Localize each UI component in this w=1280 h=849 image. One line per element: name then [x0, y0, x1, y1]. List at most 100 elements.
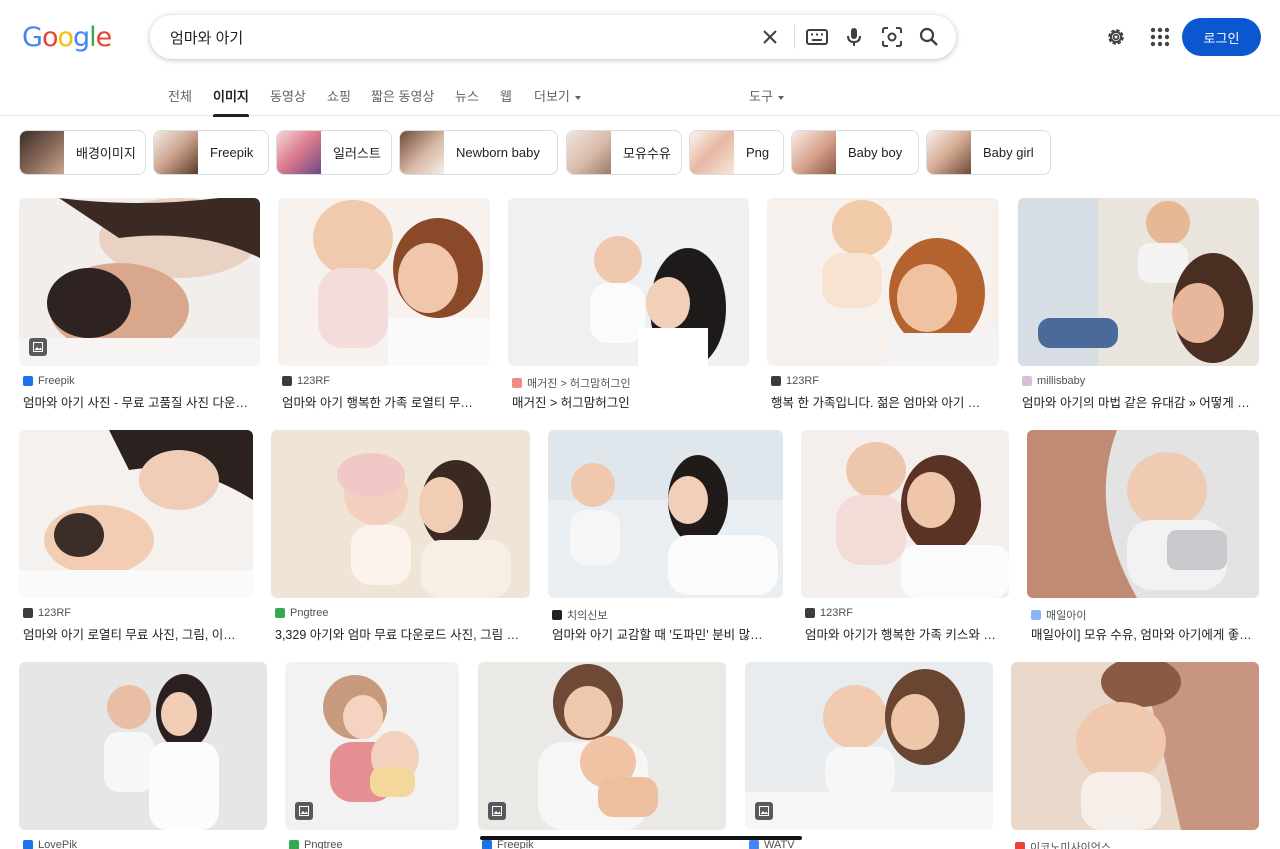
image-type-icon: [29, 338, 47, 356]
result-source[interactable]: LovePik: [23, 839, 77, 849]
image-result[interactable]: Freepik: [478, 662, 726, 849]
result-source[interactable]: 치의신보: [552, 607, 607, 623]
result-source[interactable]: Pngtree: [275, 607, 329, 619]
tab-videos[interactable]: 동영상: [270, 86, 306, 105]
result-source-label: 이코노미사이언스: [1030, 842, 1111, 849]
result-title[interactable]: 엄마와 아기 로열티 무료 사진, 그림, 이…: [23, 624, 251, 643]
microphone-icon[interactable]: [842, 25, 866, 49]
result-source[interactable]: 매일아이: [1031, 607, 1086, 623]
settings-gear-icon[interactable]: [1104, 25, 1128, 49]
apps-grid-icon[interactable]: [1148, 25, 1172, 49]
result-thumbnail[interactable]: [278, 198, 490, 366]
image-result[interactable]: millisbaby 엄마와 아기의 마법 같은 유대감 » 어떻게 …: [1018, 198, 1259, 410]
result-title[interactable]: 행복 한 가족입니다. 젊은 엄마와 아기 …: [771, 392, 997, 411]
chip-thumbnail: [567, 131, 611, 174]
keyboard-icon[interactable]: [805, 25, 829, 49]
result-source-label: 치의신보: [567, 610, 608, 622]
image-result[interactable]: 123RF 엄마와 아기 행복한 가족 로열티 무…: [278, 198, 490, 410]
result-title[interactable]: 3,329 아기와 엄마 무료 다운로드 사진, 그림 …: [275, 624, 528, 643]
tab-shopping[interactable]: 쇼핑: [327, 86, 351, 105]
search-input[interactable]: 엄마와 아기: [170, 27, 243, 48]
result-thumbnail[interactable]: [285, 662, 459, 830]
result-source-label: LovePik: [38, 839, 78, 849]
result-source[interactable]: Freepik: [482, 839, 534, 849]
result-title[interactable]: 엄마와 아기 교감할 때 '도파민' 분비 많…: [552, 624, 781, 643]
chip-png[interactable]: Png: [689, 130, 784, 175]
image-result[interactable]: 123RF 엄마와 아기 로열티 무료 사진, 그림, 이…: [19, 430, 253, 642]
tab-all[interactable]: 전체: [168, 86, 192, 105]
result-thumbnail[interactable]: [801, 430, 1009, 598]
chip-thumbnail: [277, 131, 321, 174]
chip-baby-girl[interactable]: Baby girl: [926, 130, 1051, 175]
login-button[interactable]: 로그인: [1182, 18, 1261, 56]
tools-button[interactable]: 도구: [749, 86, 784, 105]
chip-background-images[interactable]: 배경이미지: [19, 130, 146, 175]
result-source[interactable]: millisbaby: [1022, 375, 1085, 387]
result-thumbnail[interactable]: [767, 198, 999, 366]
result-thumbnail[interactable]: [1018, 198, 1259, 366]
tools-label: 도구: [749, 89, 773, 104]
result-title[interactable]: 엄마와 아기 사진 - 무료 고품질 사진 다운…: [23, 392, 258, 411]
tab-news[interactable]: 뉴스: [455, 86, 479, 105]
image-result[interactable]: WATV: [745, 662, 993, 849]
chip-freepik[interactable]: Freepik: [153, 130, 269, 175]
result-source-label: Pngtree: [290, 607, 329, 619]
result-thumbnail[interactable]: [19, 430, 253, 598]
image-result[interactable]: Pngtree 3,329 아기와 엄마 무료 다운로드 사진, 그림 …: [271, 430, 530, 642]
image-result[interactable]: Pngtree: [285, 662, 459, 849]
result-title[interactable]: 엄마와 아기 행복한 가족 로열티 무…: [282, 392, 488, 411]
search-box[interactable]: 엄마와 아기: [150, 15, 956, 59]
result-title[interactable]: 매일아이] 모유 수유, 엄마와 아기에게 좋…: [1031, 624, 1257, 643]
result-source[interactable]: 123RF: [23, 607, 71, 619]
search-icon[interactable]: [917, 25, 941, 49]
result-source[interactable]: 123RF: [771, 375, 819, 387]
image-result[interactable]: 이코노미사이언스: [1011, 662, 1259, 849]
result-source[interactable]: 매거진 > 허그맘허그인: [512, 375, 631, 391]
result-thumbnail[interactable]: [19, 662, 267, 830]
result-source-label: 매일아이: [1046, 610, 1087, 622]
result-thumbnail[interactable]: [745, 662, 993, 830]
result-source[interactable]: Pngtree: [289, 839, 343, 849]
tab-web[interactable]: 웹: [500, 86, 512, 105]
source-favicon-icon: [23, 840, 33, 849]
camera-lens-icon[interactable]: [880, 25, 904, 49]
google-logo[interactable]: Google: [22, 22, 113, 53]
result-thumbnail[interactable]: [1027, 430, 1259, 598]
chip-label: Newborn baby: [456, 145, 540, 160]
image-result[interactable]: 매일아이 매일아이] 모유 수유, 엄마와 아기에게 좋…: [1027, 430, 1259, 642]
image-result[interactable]: 매거진 > 허그맘허그인 매거진 > 허그맘허그인: [508, 198, 749, 410]
result-thumbnail[interactable]: [478, 662, 726, 830]
source-favicon-icon: [749, 840, 759, 849]
chip-illustration[interactable]: 일러스트: [276, 130, 392, 175]
chip-breastfeeding[interactable]: 모유수유: [566, 130, 682, 175]
source-favicon-icon: [1031, 610, 1041, 620]
tab-images[interactable]: 이미지: [213, 86, 249, 117]
result-source[interactable]: 이코노미사이언스: [1015, 839, 1111, 849]
result-source[interactable]: 123RF: [805, 607, 853, 619]
result-thumbnail[interactable]: [508, 198, 749, 366]
image-result[interactable]: Freepik 엄마와 아기 사진 - 무료 고품질 사진 다운…: [19, 198, 260, 410]
result-thumbnail[interactable]: [1011, 662, 1259, 830]
logo-letter: e: [95, 22, 113, 53]
clear-icon[interactable]: [758, 25, 782, 49]
result-title[interactable]: 매거진 > 허그맘허그인: [512, 392, 747, 411]
result-thumbnail[interactable]: [19, 198, 260, 366]
result-title[interactable]: 엄마와 아기가 행복한 가족 키스와 …: [805, 624, 1007, 643]
home-indicator: [480, 836, 802, 840]
image-result[interactable]: 123RF 엄마와 아기가 행복한 가족 키스와 …: [801, 430, 1009, 642]
result-source[interactable]: WATV: [749, 839, 795, 849]
image-result[interactable]: 123RF 행복 한 가족입니다. 젊은 엄마와 아기 …: [767, 198, 999, 410]
result-title[interactable]: 엄마와 아기의 마법 같은 유대감 » 어떻게 …: [1022, 392, 1257, 411]
logo-letter: g: [73, 22, 90, 53]
result-source[interactable]: Freepik: [23, 375, 75, 387]
image-result[interactable]: LovePik: [19, 662, 267, 849]
logo-letter: o: [57, 22, 74, 53]
tab-short-videos[interactable]: 짧은 동영상: [371, 86, 434, 105]
chip-newborn-baby[interactable]: Newborn baby: [399, 130, 558, 175]
result-source[interactable]: 123RF: [282, 375, 330, 387]
result-thumbnail[interactable]: [271, 430, 530, 598]
chip-baby-boy[interactable]: Baby boy: [791, 130, 919, 175]
tab-more[interactable]: 더보기: [534, 86, 581, 105]
result-thumbnail[interactable]: [548, 430, 783, 598]
image-result[interactable]: 치의신보 엄마와 아기 교감할 때 '도파민' 분비 많…: [548, 430, 783, 642]
